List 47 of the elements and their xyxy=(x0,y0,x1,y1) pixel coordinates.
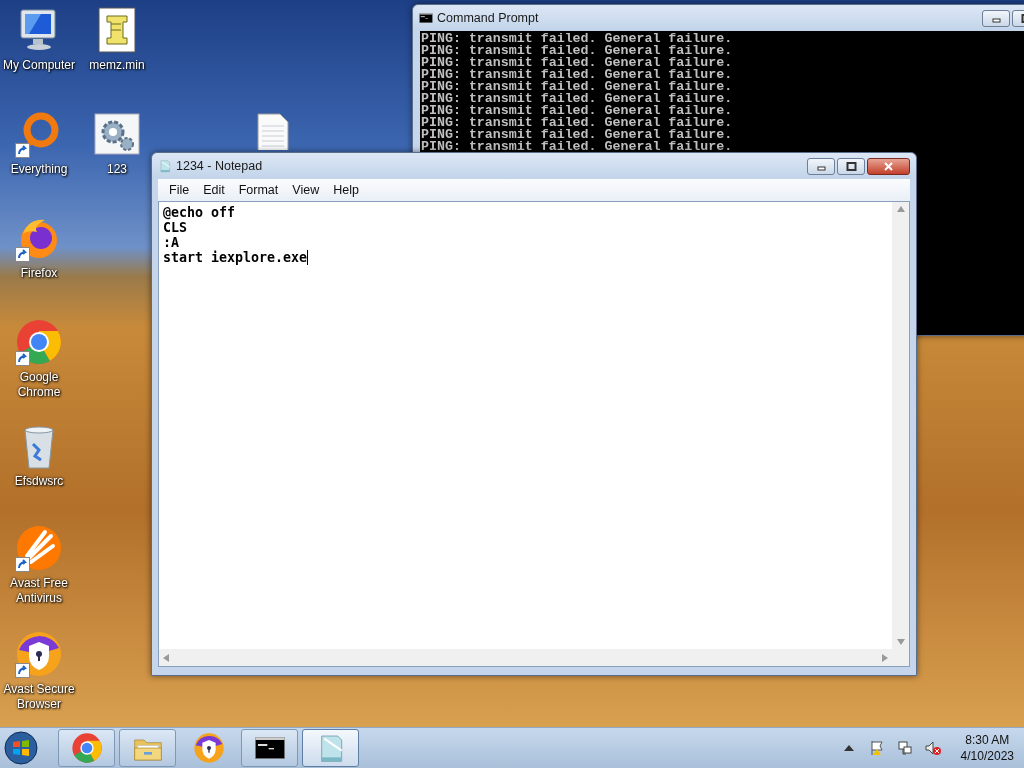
text-editor[interactable]: @echo off CLS :A start iexplore.exe xyxy=(158,201,910,667)
desktop-icon-label[interactable]: My Computer xyxy=(3,58,75,73)
menu-item[interactable]: View xyxy=(285,181,327,199)
chrome-icon xyxy=(70,732,103,764)
minimize-button[interactable] xyxy=(807,157,835,175)
clock[interactable]: 8:30 AM 4/10/2023 xyxy=(956,732,1018,764)
window-title: 1234 - Notepad xyxy=(176,159,264,173)
text-line: :A xyxy=(163,235,180,250)
close-icon xyxy=(883,161,894,171)
window-title: Command Prompt xyxy=(437,11,540,25)
minimize-button[interactable] xyxy=(982,9,1010,27)
console-line: PING: transmit failed. General failure. xyxy=(421,57,734,69)
shield-icon xyxy=(192,732,225,764)
desktop-icon-label[interactable]: Everything xyxy=(10,162,68,177)
taskbar-button[interactable] xyxy=(241,729,298,767)
maximize-icon xyxy=(845,161,857,171)
maximize-button[interactable] xyxy=(837,157,865,175)
console-line: PING: transmit failed. General failure. xyxy=(421,33,734,45)
console-line: PING: transmit failed. General failure. xyxy=(421,81,734,93)
console-line: PING: transmit failed. General failure. xyxy=(421,105,734,117)
console-icon xyxy=(419,11,433,25)
desktop-icon-label[interactable]: Efsdwsrc xyxy=(14,474,64,489)
close-button[interactable] xyxy=(867,157,910,175)
desktop-icon-label[interactable]: memz.min xyxy=(89,58,145,73)
network-icon[interactable] xyxy=(896,740,913,756)
text-line: @echo off xyxy=(163,205,237,220)
volume-muted-icon[interactable] xyxy=(924,740,941,756)
desktop-icon-label[interactable]: 123 xyxy=(107,162,127,177)
text-line: CLS xyxy=(163,220,189,235)
desktop-icon[interactable] xyxy=(15,630,63,678)
text-line: start iexplore.exe xyxy=(163,250,310,265)
console-line: PING: transmit failed. General failure. xyxy=(421,141,734,153)
console-line: PING: transmit failed. General failure. xyxy=(421,69,734,81)
console-line: PING: transmit failed. General failure. xyxy=(421,117,734,129)
flag-icon[interactable] xyxy=(868,740,885,756)
start-button[interactable] xyxy=(4,731,38,765)
desktop-icon[interactable] xyxy=(15,318,63,366)
console-line: PING: transmit failed. General failure. xyxy=(421,129,734,141)
menu-item[interactable]: Edit xyxy=(196,181,232,199)
desktop-icon-label[interactable]: Firefox xyxy=(20,266,58,281)
desktop-icon[interactable] xyxy=(93,110,141,158)
menu-item[interactable]: Format xyxy=(231,181,286,199)
console-line: PING: transmit failed. General failure. xyxy=(421,45,734,57)
notepad-icon xyxy=(158,159,172,173)
console-line: PING: transmit failed. General failure. xyxy=(421,93,734,105)
menu-item[interactable]: File xyxy=(162,181,197,199)
menu-item[interactable]: Help xyxy=(326,181,366,199)
